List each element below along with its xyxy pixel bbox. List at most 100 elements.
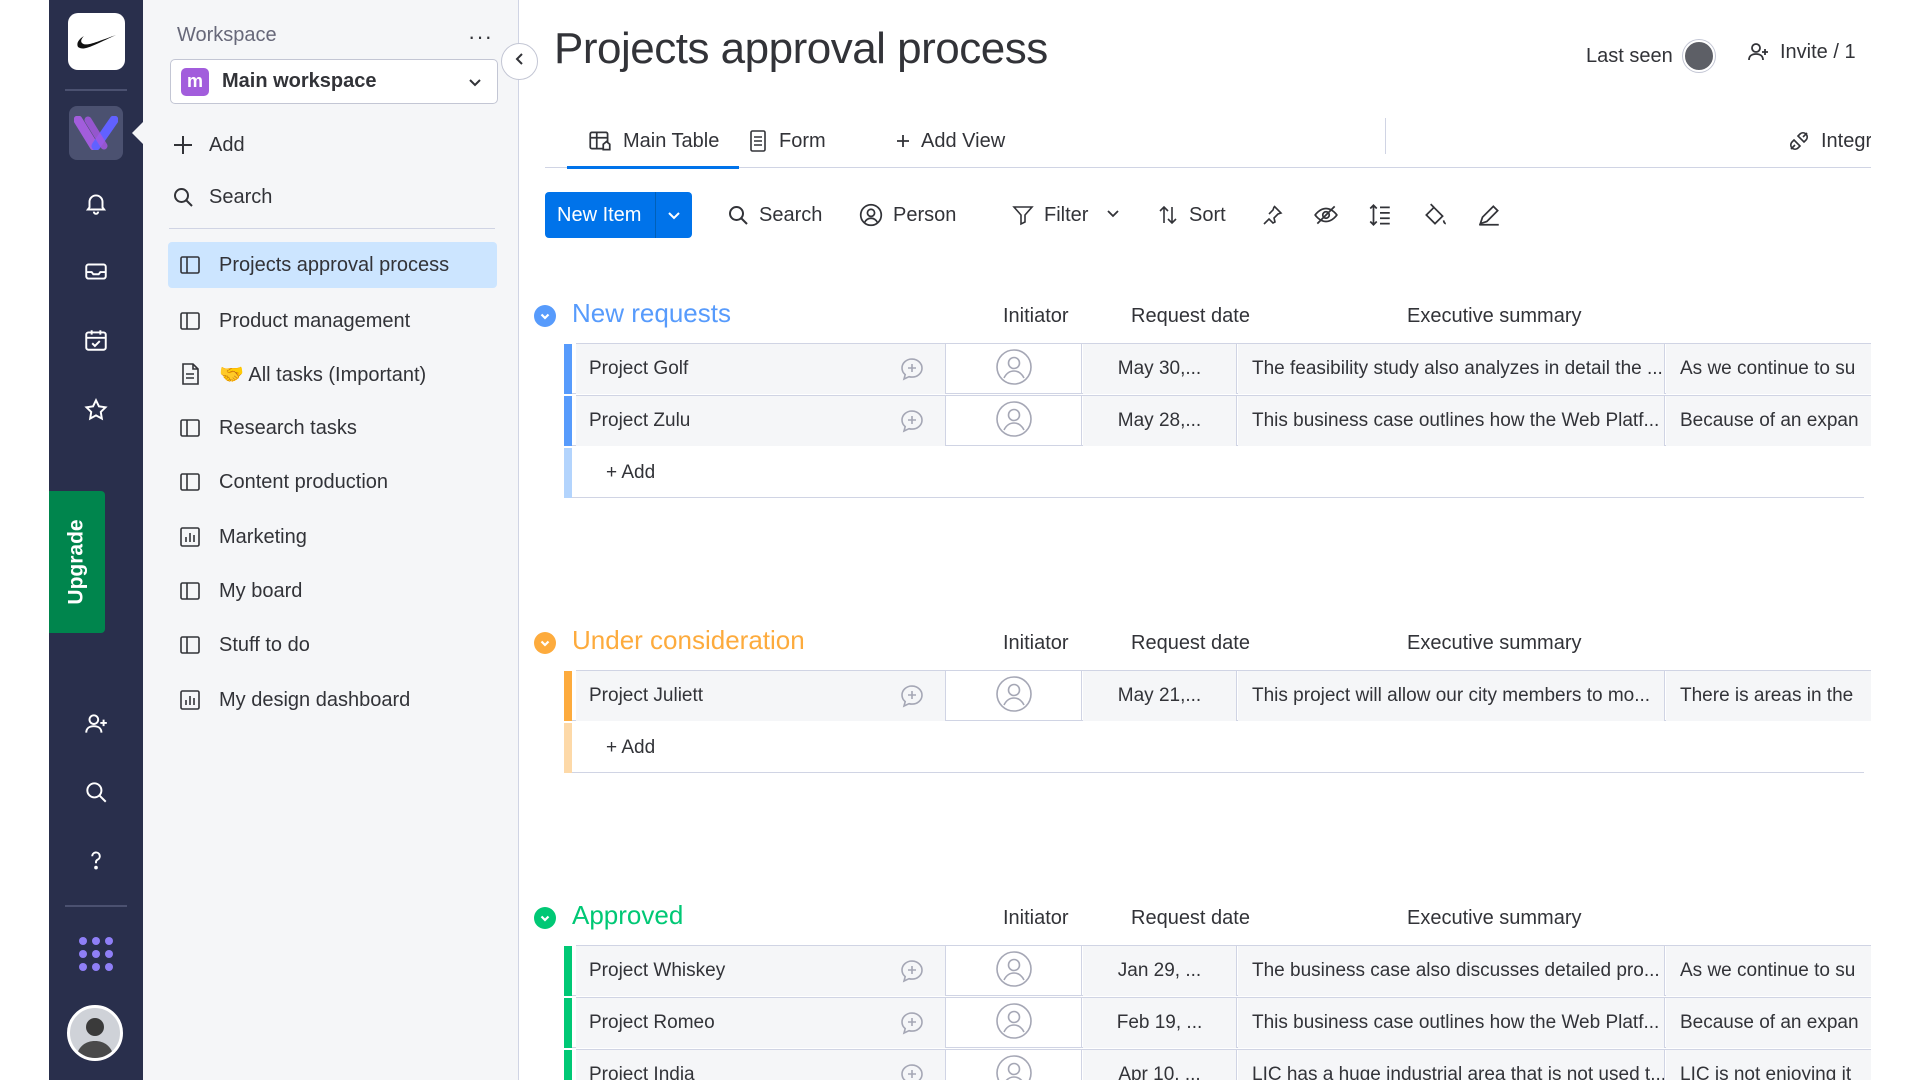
executive-summary-cell[interactable]: LIC has a huge industrial area that is n… xyxy=(1238,1050,1665,1080)
inbox-icon[interactable] xyxy=(75,250,117,292)
add-update-icon[interactable] xyxy=(899,958,925,984)
search-button[interactable]: Search xyxy=(726,192,822,238)
add-update-icon[interactable] xyxy=(899,1062,925,1080)
filter-button[interactable]: Filter xyxy=(1011,192,1088,238)
upgrade-button[interactable]: Upgrade xyxy=(49,491,105,633)
group-collapse-chevron-icon[interactable] xyxy=(534,632,556,654)
add-update-icon[interactable] xyxy=(899,683,925,709)
item-name-cell[interactable]: Project Zulu xyxy=(576,396,946,446)
workspace-more-button[interactable]: ··· xyxy=(468,24,493,50)
favorites-star-icon[interactable] xyxy=(75,389,117,431)
table-row[interactable]: Project Juliett May 21,... This project wi… xyxy=(564,670,1871,721)
tab-form[interactable]: Form xyxy=(747,114,826,168)
tab-main-table[interactable]: Main Table xyxy=(566,114,740,169)
request-date-cell[interactable]: May 21,... xyxy=(1083,671,1237,721)
my-work-calendar-icon[interactable] xyxy=(75,319,117,361)
apps-grid-icon[interactable] xyxy=(75,933,117,975)
table-row[interactable]: Project Golf May 30,... The feasibility st… xyxy=(564,343,1871,394)
group-title[interactable]: New requests xyxy=(572,298,731,329)
edit-pen-icon[interactable] xyxy=(1475,201,1503,229)
notifications-bell-icon[interactable] xyxy=(75,182,117,224)
executive-summary-cell[interactable]: The feasibility study also analyzes in d… xyxy=(1238,344,1665,394)
row-height-icon[interactable] xyxy=(1366,201,1394,229)
sidebar-board-item[interactable]: 🤝 All tasks (Important) xyxy=(168,351,497,397)
request-date-cell[interactable]: May 28,... xyxy=(1083,396,1237,446)
initiator-cell[interactable] xyxy=(947,671,1082,721)
hide-eye-icon[interactable] xyxy=(1312,201,1340,229)
initiator-cell[interactable] xyxy=(947,998,1082,1048)
add-item-row[interactable]: + Add xyxy=(564,448,1864,498)
column-header-initiator[interactable]: Initiator xyxy=(1003,305,1069,328)
request-date-cell[interactable]: Jan 29, ... xyxy=(1083,946,1237,996)
add-view-button[interactable]: Add View xyxy=(895,114,1005,168)
next-column-cell[interactable]: LIC is not enjoying it xyxy=(1666,1050,1871,1080)
next-column-cell[interactable]: There is areas in the xyxy=(1666,671,1871,721)
initiator-cell[interactable] xyxy=(947,946,1082,996)
next-column-cell[interactable]: As we continue to su xyxy=(1666,344,1871,394)
work-management-app-icon[interactable] xyxy=(69,106,123,160)
item-name-cell[interactable]: Project Juliett xyxy=(576,671,946,721)
item-name-cell[interactable]: Project Golf xyxy=(576,344,946,394)
column-header-request-date[interactable]: Request date xyxy=(1131,632,1250,655)
pin-icon[interactable] xyxy=(1258,201,1286,229)
invite-button[interactable]: Invite / 1 xyxy=(1746,40,1856,64)
help-question-icon[interactable] xyxy=(75,839,117,881)
table-row[interactable]: Project Romeo Feb 19, ... This business ca… xyxy=(564,997,1871,1048)
initiator-cell[interactable] xyxy=(947,396,1082,446)
request-date-cell[interactable]: May 30,... xyxy=(1083,344,1237,394)
initiator-cell[interactable] xyxy=(947,1050,1082,1080)
add-update-icon[interactable] xyxy=(899,1010,925,1036)
group-collapse-chevron-icon[interactable] xyxy=(534,907,556,929)
workspace-selector[interactable]: m Main workspace xyxy=(170,59,498,104)
new-item-button[interactable]: New Item xyxy=(545,192,692,238)
new-item-dropdown-icon[interactable] xyxy=(655,192,692,238)
add-item-row[interactable]: + Add xyxy=(564,723,1864,773)
column-header-request-date[interactable]: Request date xyxy=(1131,305,1250,328)
column-header-request-date[interactable]: Request date xyxy=(1131,907,1250,930)
group-collapse-chevron-icon[interactable] xyxy=(534,305,556,327)
request-date-cell[interactable]: Feb 19, ... xyxy=(1083,998,1237,1048)
sidebar-search-button[interactable]: Search xyxy=(169,182,272,212)
collapse-sidebar-button[interactable] xyxy=(501,43,538,80)
sidebar-board-item[interactable]: Research tasks xyxy=(168,405,497,451)
next-column-cell[interactable]: Because of an expan xyxy=(1666,998,1871,1048)
column-header-initiator[interactable]: Initiator xyxy=(1003,632,1069,655)
sidebar-board-item[interactable]: Stuff to do xyxy=(168,622,497,668)
sort-button[interactable]: Sort xyxy=(1156,192,1226,238)
executive-summary-cell[interactable]: This project will allow our city members… xyxy=(1238,671,1665,721)
column-header-executive-summary[interactable]: Executive summary xyxy=(1407,907,1582,930)
table-row[interactable]: Project Whiskey Jan 29, ... The business c… xyxy=(564,945,1871,996)
company-logo[interactable] xyxy=(68,13,125,70)
add-update-icon[interactable] xyxy=(899,408,925,434)
next-column-cell[interactable]: As we continue to su xyxy=(1666,946,1871,996)
next-column-cell[interactable]: Because of an expan xyxy=(1666,396,1871,446)
sidebar-board-item[interactable]: My design dashboard xyxy=(168,677,497,723)
sidebar-board-item[interactable]: Content production xyxy=(168,459,497,505)
executive-summary-cell[interactable]: The business case also discusses detaile… xyxy=(1238,946,1665,996)
last-seen-button[interactable]: Last seen xyxy=(1586,40,1715,72)
sidebar-board-item[interactable]: My board xyxy=(168,568,497,614)
user-avatar[interactable] xyxy=(67,1005,123,1061)
invite-members-icon[interactable] xyxy=(75,703,117,745)
table-row[interactable]: Project India Apr 10, ... LIC has a huge i… xyxy=(564,1049,1871,1080)
item-name-cell[interactable]: Project Whiskey xyxy=(576,946,946,996)
person-filter-button[interactable]: Person xyxy=(858,192,956,238)
filter-dropdown-button[interactable] xyxy=(1105,192,1121,238)
sidebar-board-item[interactable]: Marketing xyxy=(168,514,497,560)
group-title[interactable]: Under consideration xyxy=(572,625,805,656)
sidebar-board-item[interactable]: Projects approval process xyxy=(168,242,497,288)
table-row[interactable]: Project Zulu May 28,... This business case… xyxy=(564,395,1871,446)
executive-summary-cell[interactable]: This business case outlines how the Web … xyxy=(1238,396,1665,446)
integrate-button[interactable]: Integrate xyxy=(1787,114,1871,168)
item-name-cell[interactable]: Project India xyxy=(576,1050,946,1080)
column-header-executive-summary[interactable]: Executive summary xyxy=(1407,632,1582,655)
add-update-icon[interactable] xyxy=(899,356,925,382)
column-header-executive-summary[interactable]: Executive summary xyxy=(1407,305,1582,328)
sidebar-board-item[interactable]: Product management xyxy=(168,298,497,344)
search-icon[interactable] xyxy=(75,771,117,813)
add-button[interactable]: Add xyxy=(169,130,245,160)
paint-bucket-icon[interactable] xyxy=(1421,201,1449,229)
executive-summary-cell[interactable]: This business case outlines how the Web … xyxy=(1238,998,1665,1048)
item-name-cell[interactable]: Project Romeo xyxy=(576,998,946,1048)
request-date-cell[interactable]: Apr 10, ... xyxy=(1083,1050,1237,1080)
